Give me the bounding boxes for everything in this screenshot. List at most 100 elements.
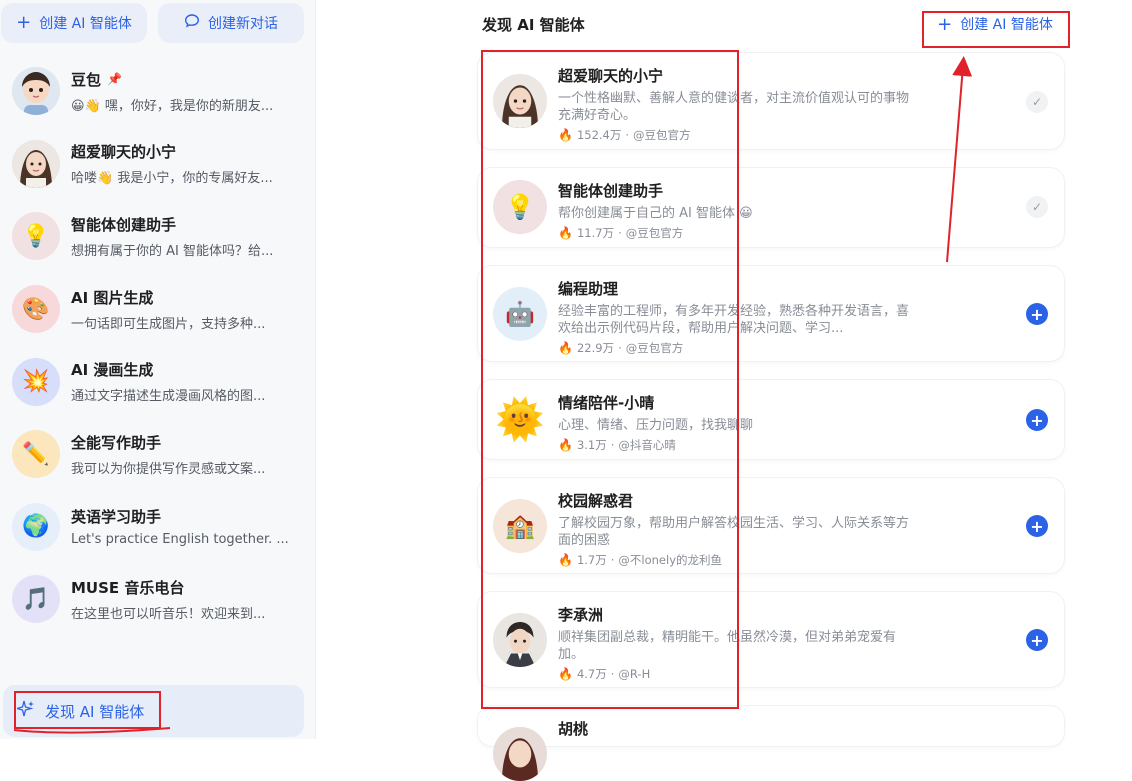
bot-name: MUSE 音乐电台: [71, 578, 185, 597]
sidebar-item-doubao[interactable]: 豆包 📌 😀👋 嘿，你好，我是你的新朋友...: [0, 55, 316, 128]
agent-name: 编程助理: [558, 280, 619, 298]
bot-name: 智能体创建助手: [71, 215, 177, 234]
sidebar-item-agent-creator[interactable]: 💡 智能体创建助手 想拥有属于你的 AI 智能体吗？给...: [0, 200, 316, 273]
flame-icon: 🔥: [558, 226, 573, 240]
agent-card[interactable]: 🤖 编程助理 经验丰富的工程师，有多年开发经验，熟悉各种开发语言，喜欢给出示例代…: [478, 266, 1064, 361]
lightbulb-avatar: 💡: [12, 212, 60, 261]
agent-name: 胡桃: [558, 720, 589, 738]
agent-desc: 帮你创建属于自己的 AI 智能体 😀: [558, 206, 753, 221]
agent-desc: 了解校园万象，帮助用户解答校园生活、学习、人际关系等方面的困惑: [558, 516, 910, 548]
bot-name: AI 图片生成: [71, 288, 154, 307]
sparkle-icon: [14, 700, 35, 723]
meta-separator: ·: [618, 226, 622, 240]
agent-desc: 一个性格幽默、善解人意的健谈者，对主流价值观认可的事物充满好奇心。: [558, 91, 910, 123]
bot-name: 豆包: [71, 70, 102, 89]
new-chat-button[interactable]: 创建新对话: [158, 3, 304, 43]
agent-card[interactable]: 🌞 情绪陪伴-小晴 心理、情绪、压力问题，找我聊聊 🔥 3.1万 · @抖音心晴…: [478, 380, 1064, 459]
palette-avatar: 🎨: [12, 285, 60, 334]
agent-card[interactable]: 🏫 校园解惑君 了解校园万象，帮助用户解答校园生活、学习、人际关系等方面的困惑 …: [478, 478, 1064, 573]
discover-agents-button[interactable]: 发现 AI 智能体: [3, 685, 304, 737]
agent-name: 超爱聊天的小宁: [558, 67, 664, 85]
bot-desc: 一句话即可生成图片，支持多种...: [71, 316, 266, 332]
lightbulb-avatar: 💡: [493, 180, 547, 234]
agent-desc: 心理、情绪、压力问题，找我聊聊: [558, 418, 754, 433]
man-avatar: [493, 613, 547, 667]
new-chat-label: 创建新对话: [208, 16, 278, 32]
agent-card[interactable]: 李承洲 顺祥集团副总裁，精明能干。他虽然冷漠，但对弟弟宠爱有加。 🔥 4.7万 …: [478, 592, 1064, 687]
bot-desc: 在这里也可以听音乐！欢迎来到...: [71, 606, 266, 622]
meta-separator: ·: [610, 667, 615, 681]
added-check-button[interactable]: ✓: [1026, 196, 1048, 218]
girl-avatar: [493, 727, 547, 781]
added-check-button[interactable]: ✓: [1026, 91, 1048, 113]
agent-name: 情绪陪伴-小晴: [558, 394, 655, 412]
bot-name: 超爱聊天的小宁: [71, 143, 177, 162]
create-agent-top-button[interactable]: + 创建 AI 智能体: [930, 10, 1060, 38]
bot-name: AI 漫画生成: [71, 361, 154, 380]
add-agent-button[interactable]: +: [1026, 409, 1048, 431]
bot-desc: 😀👋 嘿，你好，我是你的新朋友...: [71, 98, 274, 114]
page-title: 发现 AI 智能体: [482, 16, 585, 34]
agent-desc: 顺祥集团副总裁，精明能干。他虽然冷漠，但对弟弟宠爱有加。: [558, 630, 897, 662]
girl-avatar: [12, 139, 60, 188]
comic-avatar: 💥: [12, 357, 60, 406]
bot-desc: Let's practice English together. ...: [71, 532, 289, 548]
meta-separator: ·: [618, 341, 622, 355]
bot-list: 豆包 📌 😀👋 嘿，你好，我是你的新朋友... 超爱聊天的小宁 哈喽👋 我是小宁，…: [0, 55, 316, 636]
sidebar-item-english[interactable]: 🌍 英语学习助手 Let's practice English together…: [0, 491, 316, 564]
discover-label: 发现 AI 智能体: [45, 702, 145, 721]
agent-count: 152.4万: [576, 128, 622, 142]
flame-icon: 🔥: [558, 341, 573, 355]
sidebar-item-image-gen[interactable]: 🎨 AI 图片生成 一句话即可生成图片，支持多种...: [0, 273, 316, 346]
agent-desc: 经验丰富的工程师，有多年开发经验，熟悉各种开发语言，喜欢给出示例代码片段，帮助用…: [558, 304, 910, 336]
agent-meta: 🔥 4.7万 · @R-H: [558, 666, 918, 682]
agent-count: 1.7万: [576, 553, 607, 567]
agent-author: @豆包官方: [625, 341, 684, 355]
pencil-avatar: ✏️: [12, 430, 60, 479]
agent-count: 3.1万: [576, 438, 607, 452]
agent-count: 4.7万: [576, 667, 607, 681]
agent-author: @R-H: [618, 667, 651, 681]
agent-meta: 🔥 22.9万 · @豆包官方: [558, 340, 918, 356]
agent-card[interactable]: 超爱聊天的小宁 一个性格幽默、善解人意的健谈者，对主流价值观认可的事物充满好奇心…: [478, 53, 1064, 149]
girl-avatar: [493, 74, 547, 128]
create-agent-button[interactable]: + 创建 AI 智能体: [1, 3, 147, 43]
agent-name: 智能体创建助手: [558, 182, 664, 200]
add-agent-button[interactable]: +: [1026, 303, 1048, 325]
flame-icon: 🔥: [558, 553, 573, 567]
flame-icon: 🔥: [558, 438, 573, 452]
bot-name: 全能写作助手: [71, 433, 162, 452]
add-agent-button[interactable]: +: [1026, 629, 1048, 651]
flame-icon: 🔥: [558, 128, 573, 142]
sidebar-item-xiaoning[interactable]: 超爱聊天的小宁 哈喽👋 我是小宁，你的专属好友...: [0, 128, 316, 201]
agent-count: 11.7万: [576, 226, 615, 240]
agent-card[interactable]: 胡桃: [478, 706, 1064, 781]
robot-avatar: 🤖: [493, 287, 547, 341]
meta-separator: ·: [625, 128, 630, 142]
sun-avatar: 🌞: [493, 392, 547, 446]
music-avatar: 🎵: [12, 575, 60, 624]
sidebar-item-writing[interactable]: ✏️ 全能写作助手 我可以为你提供写作灵感或文案...: [0, 418, 316, 491]
create-agent-label: 创建 AI 智能体: [39, 16, 132, 32]
agent-name: 校园解惑君: [558, 492, 634, 510]
bot-desc: 通过文字描述生成漫画风格的图...: [71, 389, 266, 405]
school-avatar: 🏫: [493, 499, 547, 553]
sidebar: + 创建 AI 智能体 创建新对话 豆包 📌 😀👋 嘿，你好，我是你的新朋友...…: [0, 0, 316, 739]
add-agent-button[interactable]: +: [1026, 515, 1048, 537]
flame-icon: 🔥: [558, 667, 573, 681]
bot-desc: 我可以为你提供写作灵感或文案...: [71, 461, 266, 477]
create-agent-top-label: 创建 AI 智能体: [960, 17, 1053, 33]
agent-name: 李承洲: [558, 606, 604, 624]
sidebar-item-comic-gen[interactable]: 💥 AI 漫画生成 通过文字描述生成漫画风格的图...: [0, 345, 316, 418]
agent-author: @不lonely的龙利鱼: [618, 553, 723, 567]
agent-meta: 🔥 152.4万 · @豆包官方: [558, 127, 918, 143]
agent-meta: 🔥 1.7万 · @不lonely的龙利鱼: [558, 552, 918, 568]
agent-count: 22.9万: [576, 341, 615, 355]
agent-card[interactable]: 💡 智能体创建助手 帮你创建属于自己的 AI 智能体 😀 🔥 11.7万 · @…: [478, 168, 1064, 247]
agent-author: @豆包官方: [625, 226, 684, 240]
agent-meta: 🔥 3.1万 · @抖音心晴: [558, 437, 918, 453]
meta-separator: ·: [610, 438, 615, 452]
agent-meta: 🔥 11.7万 · @豆包官方: [558, 225, 918, 241]
sidebar-item-muse[interactable]: 🎵 MUSE 音乐电台 在这里也可以听音乐！欢迎来到...: [0, 563, 316, 636]
bot-desc: 想拥有属于你的 AI 智能体吗？给...: [71, 243, 274, 259]
